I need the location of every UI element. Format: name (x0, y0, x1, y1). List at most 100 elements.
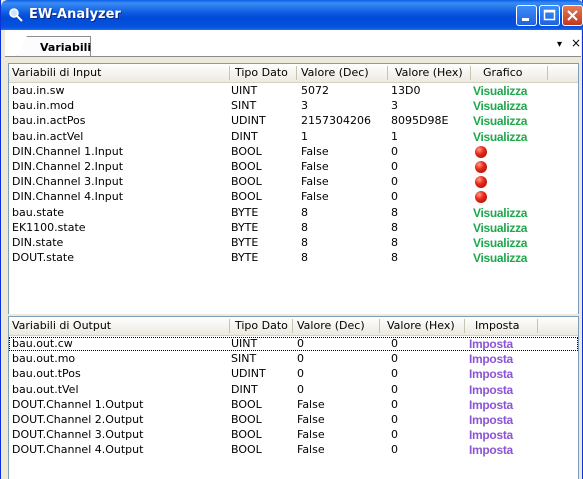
variable-hex-value: 0 (391, 398, 398, 412)
variable-type: BYTE (231, 251, 258, 265)
minimize-button[interactable] (516, 5, 537, 26)
imposta-link[interactable]: Imposta (469, 367, 513, 381)
tab-list-arrow-icon[interactable]: ▾ (557, 39, 562, 50)
header-output-hex[interactable]: Valore (Hex) (387, 319, 455, 332)
header-input-hex[interactable]: Valore (Hex) (395, 66, 463, 79)
header-separator[interactable] (229, 319, 230, 333)
table-row[interactable]: bau.out.cw UINT 0 0 Imposta (9, 337, 578, 351)
visualizza-link[interactable]: Visualizza (473, 236, 527, 250)
table-row[interactable]: DIN.Channel 1.Input BOOL False 0 (9, 145, 578, 159)
variable-hex-value: 3 (391, 99, 398, 113)
tab-close-icon[interactable]: × (571, 36, 581, 50)
table-row[interactable]: DOUT.Channel 4.Output BOOL False 0 Imposta (9, 443, 578, 457)
header-input-graph[interactable]: Grafico (483, 66, 523, 79)
visualizza-link[interactable]: Visualizza (473, 99, 527, 113)
variable-dec-value: 1 (301, 130, 308, 144)
visualizza-link[interactable]: Visualizza (473, 114, 527, 128)
header-separator[interactable] (537, 319, 538, 333)
header-output-dec[interactable]: Valore (Dec) (297, 319, 365, 332)
visualizza-link[interactable]: Visualizza (473, 251, 527, 265)
tab-variabili[interactable]: Variabili (17, 36, 91, 57)
maximize-button[interactable] (539, 5, 560, 26)
input-variables-table: Variabili di Input Tipo Dato Valore (Dec… (8, 63, 579, 316)
variable-type: BOOL (231, 175, 262, 189)
imposta-link[interactable]: Imposta (469, 337, 513, 351)
variable-name: bau.state (12, 206, 64, 220)
imposta-link[interactable]: Imposta (469, 428, 513, 442)
table-row[interactable]: bau.in.actPos UDINT 2157304206 8095D98E Visu… (9, 114, 578, 128)
header-separator[interactable] (229, 66, 230, 80)
visualizza-link[interactable]: Visualizza (473, 130, 527, 144)
imposta-link[interactable]: Imposta (469, 443, 513, 457)
tab-strip: Variabili ▾ × (5, 30, 581, 57)
header-output-set[interactable]: Imposta (475, 319, 519, 332)
variable-hex-value: 8 (391, 221, 398, 235)
tab-variabili-label: Variabili (40, 41, 91, 54)
table-row[interactable]: DOUT.state BYTE 8 8 Visualizza (9, 251, 578, 265)
header-input-type[interactable]: Tipo Dato (235, 66, 288, 79)
visualizza-link[interactable]: Visualizza (473, 221, 527, 235)
header-output-name[interactable]: Variabili di Output (12, 319, 111, 332)
title-bar[interactable]: EW-Analyzer (1, 0, 583, 30)
variable-name: bau.out.mo (12, 352, 75, 366)
visualizza-link[interactable]: Visualizza (473, 84, 527, 98)
header-separator[interactable] (470, 66, 471, 80)
variable-hex-value: 0 (391, 337, 398, 351)
variable-name: DOUT.Channel 4.Output (12, 443, 143, 457)
app-window: EW-Analyzer Variabili ▾ × Variabili di I… (0, 0, 583, 479)
variable-name: bau.out.tPos (12, 367, 81, 381)
variable-name: DIN.Channel 4.Input (12, 190, 123, 204)
table-row[interactable]: DOUT.Channel 1.Output BOOL False 0 Imposta (9, 398, 578, 412)
header-separator[interactable] (387, 66, 388, 80)
header-separator[interactable] (379, 319, 380, 333)
table-row[interactable]: bau.out.tVel DINT 0 0 Imposta (9, 383, 578, 397)
table-row[interactable]: bau.in.mod SINT 3 3 Visualizza (9, 99, 578, 113)
imposta-link[interactable]: Imposta (469, 352, 513, 366)
close-button[interactable] (562, 5, 583, 26)
variable-type: BYTE (231, 221, 258, 235)
variable-hex-value: 0 (391, 352, 398, 366)
variable-type: BOOL (231, 398, 262, 412)
variable-hex-value: 13D0 (391, 84, 420, 98)
variable-type: BYTE (231, 206, 258, 220)
variable-dec-value: 0 (297, 367, 304, 381)
variable-dec-value: False (301, 190, 329, 204)
variable-name: DOUT.Channel 1.Output (12, 398, 143, 412)
header-separator[interactable] (547, 66, 548, 80)
table-row[interactable]: bau.out.tPos UDINT 0 0 Imposta (9, 367, 578, 381)
header-output-type[interactable]: Tipo Dato (235, 319, 288, 332)
variable-type: BYTE (231, 236, 258, 250)
table-row[interactable]: EK1100.state BYTE 8 8 Visualizza (9, 221, 578, 235)
table-row[interactable]: bau.in.sw UINT 5072 13D0 Visualizza (9, 84, 578, 98)
header-input-name[interactable]: Variabili di Input (12, 66, 101, 79)
variable-hex-value: 0 (391, 160, 398, 174)
header-separator[interactable] (296, 66, 297, 80)
imposta-link[interactable]: Imposta (469, 398, 513, 412)
table-row[interactable]: bau.in.actVel DINT 1 1 Visualizza (9, 130, 578, 144)
variable-hex-value: 0 (391, 428, 398, 442)
table-row[interactable]: DIN.Channel 3.Input BOOL False 0 (9, 175, 578, 189)
table-row[interactable]: bau.state BYTE 8 8 Visualizza (9, 206, 578, 220)
table-row[interactable]: DOUT.Channel 3.Output BOOL False 0 Imposta (9, 428, 578, 442)
app-icon (8, 7, 24, 23)
table-row[interactable]: DIN.state BYTE 8 8 Visualizza (9, 236, 578, 250)
table-row[interactable]: DIN.Channel 2.Input BOOL False 0 (9, 160, 578, 174)
visualizza-link[interactable]: Visualizza (473, 206, 527, 220)
variable-dec-value: 0 (297, 337, 304, 351)
tab-divider (5, 56, 581, 57)
variable-name: DOUT.Channel 3.Output (12, 428, 143, 442)
variable-name: DOUT.state (12, 251, 74, 265)
imposta-link[interactable]: Imposta (469, 413, 513, 427)
variable-name: bau.out.cw (12, 337, 73, 351)
output-variables-table: Variabili di Output Tipo Dato Valore (De… (8, 316, 579, 479)
header-separator[interactable] (464, 319, 465, 333)
header-separator[interactable] (292, 319, 293, 333)
variable-hex-value: 1 (391, 130, 398, 144)
imposta-link[interactable]: Imposta (469, 383, 513, 397)
variable-hex-value: 0 (391, 413, 398, 427)
variable-dec-value: False (297, 428, 325, 442)
table-row[interactable]: DIN.Channel 4.Input BOOL False 0 (9, 190, 578, 204)
table-row[interactable]: DOUT.Channel 2.Output BOOL False 0 Imposta (9, 413, 578, 427)
header-input-dec[interactable]: Valore (Dec) (301, 66, 369, 79)
table-row[interactable]: bau.out.mo SINT 0 0 Imposta (9, 352, 578, 366)
